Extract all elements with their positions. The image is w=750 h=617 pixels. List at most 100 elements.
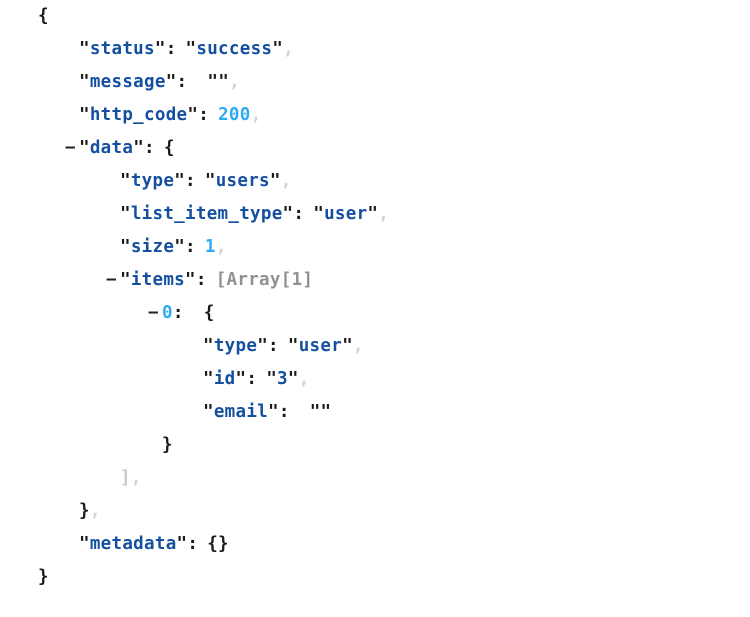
collapse-toggle-icon-items[interactable]: − <box>106 264 120 297</box>
quote-glyph: " <box>287 369 299 389</box>
items-close-bracket: ] <box>120 468 131 488</box>
quote-glyph: " <box>79 39 90 59</box>
json-value-item-email: "" <box>309 402 332 422</box>
json-tree-viewer: { " status ": " success ", " message ": "", " htt… <box>0 0 750 617</box>
quote-glyph: " <box>174 237 186 257</box>
json-key-item-email: email <box>213 402 269 422</box>
colon-glyph: : <box>172 303 184 323</box>
json-value-metadata: {} <box>207 534 229 554</box>
json-value-item-type: user <box>298 336 343 356</box>
json-value-http-code: 200 <box>218 105 251 125</box>
quote-glyph: " <box>120 270 131 290</box>
json-line-item-id: " id ": " 3 ", <box>0 363 750 396</box>
colon-glyph: : <box>268 336 279 356</box>
json-line-root-close: } <box>0 561 750 594</box>
quote-glyph: " <box>79 138 90 158</box>
colon-glyph: : <box>195 270 207 290</box>
json-line-data-type: " type ": " users ", <box>0 165 750 198</box>
comma-glyph: , <box>280 171 292 191</box>
quote-glyph: " <box>367 204 379 224</box>
quote-glyph: " <box>79 72 90 92</box>
data-open-brace: { <box>163 138 175 158</box>
quote-glyph: " <box>204 171 216 191</box>
json-value-list-item-type: user <box>324 204 368 224</box>
quote-glyph: " <box>185 270 196 290</box>
quote-glyph: " <box>154 39 166 59</box>
quote-glyph: " <box>120 204 131 224</box>
quote-glyph: " <box>266 369 278 389</box>
json-value-status: success <box>196 39 273 59</box>
json-key-item-id: id <box>213 369 236 389</box>
colon-glyph: : <box>185 237 196 257</box>
json-line-item-close: } <box>0 429 750 462</box>
json-key-metadata: metadata <box>89 534 177 554</box>
root-close-brace: } <box>38 567 49 587</box>
comma-glyph: , <box>130 468 142 488</box>
quote-glyph: " <box>269 171 281 191</box>
quote-glyph: " <box>203 369 214 389</box>
json-line-status: " status ": " success ", <box>0 33 750 66</box>
json-line-http-code: " http_code ":200, <box>0 99 750 132</box>
colon-glyph: : <box>198 105 210 125</box>
json-line-item-email: " email ": "" <box>0 396 750 429</box>
json-key-size: size <box>130 237 175 257</box>
colon-glyph: : <box>293 204 305 224</box>
json-key-http-code: http_code <box>89 105 188 125</box>
colon-glyph: : <box>185 171 196 191</box>
json-line-item-type: " type ": " user ", <box>0 330 750 363</box>
json-line-items-close: ], <box>0 462 750 495</box>
comma-glyph: , <box>283 39 294 59</box>
json-key-list-item-type: list_item_type <box>130 204 283 224</box>
colon-glyph: : <box>278 402 290 422</box>
root-open-brace: { <box>38 6 49 26</box>
comma-glyph: , <box>352 336 364 356</box>
colon-glyph: : <box>144 138 155 158</box>
json-line-metadata: " metadata ": {} <box>0 528 750 561</box>
comma-glyph: , <box>89 501 101 521</box>
json-line-size: " size ":1, <box>0 231 750 264</box>
quote-glyph: " <box>185 39 197 59</box>
json-value-type: users <box>215 171 270 191</box>
quote-glyph: " <box>176 534 188 554</box>
quote-glyph: " <box>287 336 299 356</box>
json-key-type: type <box>130 171 175 191</box>
colon-glyph: : <box>165 39 177 59</box>
json-value-size: 1 <box>204 237 216 257</box>
json-line-list-item-type: " list_item_type ": " user ", <box>0 198 750 231</box>
quote-glyph: " <box>268 402 279 422</box>
json-key-data: data <box>89 138 134 158</box>
quote-glyph: " <box>282 204 294 224</box>
json-line-items: − " items ": [Array[1] <box>0 264 750 297</box>
quote-glyph: " <box>187 105 199 125</box>
quote-glyph: " <box>79 534 90 554</box>
item-0-close-brace: } <box>162 435 173 455</box>
json-line-root-open: { <box>0 0 750 33</box>
quote-glyph: " <box>165 72 177 92</box>
quote-glyph: " <box>342 336 353 356</box>
quote-glyph: " <box>174 171 186 191</box>
quote-glyph: " <box>257 336 269 356</box>
json-line-data: − " data ":{ <box>0 132 750 165</box>
quote-glyph: " <box>79 105 90 125</box>
comma-glyph: , <box>378 204 390 224</box>
comma-glyph: , <box>250 105 262 125</box>
json-key-items: items <box>130 270 186 290</box>
quote-glyph: " <box>120 237 131 257</box>
quote-glyph: " <box>203 336 214 356</box>
comma-glyph: , <box>215 237 227 257</box>
collapse-toggle-icon-item-0[interactable]: − <box>148 297 162 330</box>
quote-glyph: " <box>235 369 247 389</box>
colon-glyph: : <box>176 72 188 92</box>
json-key-message: message <box>89 72 166 92</box>
colon-glyph: : <box>187 534 199 554</box>
quote-glyph: " <box>203 402 214 422</box>
comma-glyph: , <box>298 369 310 389</box>
json-key-status: status <box>89 39 155 59</box>
json-line-message: " message ": "", <box>0 66 750 99</box>
json-line-item-0: −0: { <box>0 297 750 330</box>
collapse-toggle-icon-data[interactable]: − <box>65 132 79 165</box>
colon-glyph: : <box>246 369 258 389</box>
array-length-annotation: [Array[1] <box>215 270 314 290</box>
quote-glyph: " <box>272 39 284 59</box>
json-key-item-type: type <box>213 336 258 356</box>
